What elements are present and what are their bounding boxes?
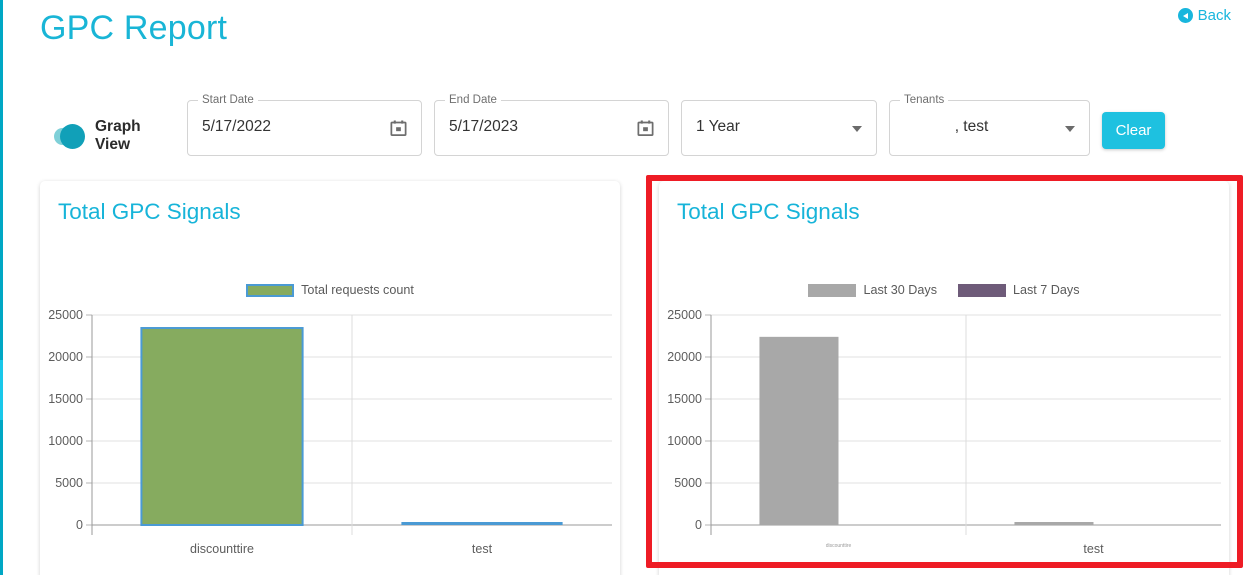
calendar-icon[interactable]	[389, 118, 408, 138]
y-tick-label: 0	[695, 518, 702, 532]
y-tick-label: 15000	[48, 392, 83, 406]
y-tick-label: 10000	[48, 434, 83, 448]
start-date-label: Start Date	[198, 93, 258, 107]
back-link[interactable]: Back	[1177, 7, 1231, 24]
y-tick-label: 25000	[48, 308, 83, 322]
x-tick-label: test	[1083, 542, 1104, 556]
y-tick-label: 20000	[667, 350, 702, 364]
end-date-label: End Date	[445, 93, 501, 107]
date-range-value: 1 Year	[696, 118, 740, 135]
x-tick-label: test	[472, 542, 493, 556]
graph-view-label: Graph View	[94, 118, 141, 153]
page-title: GPC Report	[40, 9, 228, 47]
back-circle-arrow-icon	[1177, 8, 1193, 23]
chart-left: Total requests count 0 5000 10000 15000 2000…	[40, 283, 620, 573]
legend-label: Total requests count	[301, 283, 414, 297]
y-tick-label: 5000	[674, 476, 702, 490]
tenants-select[interactable]: Tenants , test	[889, 93, 1090, 156]
y-tick-label: 25000	[667, 308, 702, 322]
bar[interactable]	[401, 522, 563, 525]
total-gpc-signals-card-left: Total GPC Signals Total requests count 0…	[40, 181, 620, 575]
left-edge-accent-stripe	[0, 0, 3, 575]
y-tick-label: 10000	[667, 434, 702, 448]
legend-swatch	[808, 283, 857, 297]
chart-plot-area: 0 5000 10000 15000 20000 25000 discounttire tes…	[40, 305, 620, 573]
chevron-down-icon[interactable]	[852, 126, 862, 132]
end-date-field[interactable]: End Date 5/17/2023	[434, 93, 669, 156]
total-gpc-signals-card-right: Total GPC Signals Last 30 Days Last 7 Day…	[659, 181, 1229, 575]
tenants-label: Tenants	[900, 93, 949, 107]
y-tick-label: 15000	[667, 392, 702, 406]
date-range-select[interactable]: 1 Year	[681, 100, 877, 156]
graph-view-switch[interactable]	[54, 123, 85, 149]
back-label: Back	[1197, 7, 1231, 24]
card-title: Total GPC Signals	[58, 199, 241, 224]
legend-item[interactable]: Last 7 Days	[958, 283, 1080, 297]
end-date-value: 5/17/2023	[449, 118, 518, 135]
bar[interactable]	[759, 336, 839, 525]
start-date-field[interactable]: Start Date 5/17/2022	[187, 93, 422, 156]
left-edge-accent-highlight	[0, 360, 3, 420]
tenants-value: , test	[954, 118, 989, 135]
bar-chart-svg: 0 5000 10000 15000 20000 25000 discounttire tes…	[667, 308, 1221, 556]
chart-plot-area: 0 5000 10000 15000 20000 25000 discounttire tes…	[659, 305, 1229, 573]
gpc-report-page: GPC Report Back Graph View Start Date 5/…	[0, 0, 1251, 575]
chart-right: Last 30 Days Last 7 Days 0 5000 10000 15000 2…	[659, 283, 1229, 573]
chart-legend: Last 30 Days Last 7 Days	[659, 283, 1229, 297]
bar[interactable]	[1014, 522, 1094, 525]
clear-button[interactable]: Clear	[1102, 112, 1165, 149]
legend-label: Last 30 Days	[863, 283, 937, 297]
switch-knob	[59, 123, 85, 149]
legend-swatch	[958, 283, 1006, 297]
bar-chart-svg: 0 5000 10000 15000 20000 25000 discounttire tes…	[48, 308, 612, 556]
graph-view-toggle-group[interactable]: Graph View	[54, 118, 154, 154]
x-tick-label: discounttire	[190, 542, 254, 556]
chevron-down-icon[interactable]	[1065, 126, 1075, 132]
chart-legend: Total requests count	[40, 283, 620, 297]
legend-label: Last 7 Days	[1013, 283, 1080, 297]
legend-item[interactable]: Last 30 Days	[808, 283, 937, 297]
y-tick-label: 5000	[55, 476, 83, 490]
y-tick-label: 0	[76, 518, 83, 532]
legend-item[interactable]: Total requests count	[246, 283, 414, 297]
bar[interactable]	[140, 327, 304, 526]
x-tick-label: discounttire	[826, 543, 852, 549]
calendar-icon[interactable]	[636, 118, 655, 138]
start-date-value: 5/17/2022	[202, 118, 271, 135]
card-title: Total GPC Signals	[677, 199, 860, 224]
y-tick-label: 20000	[48, 350, 83, 364]
legend-swatch	[246, 283, 295, 297]
